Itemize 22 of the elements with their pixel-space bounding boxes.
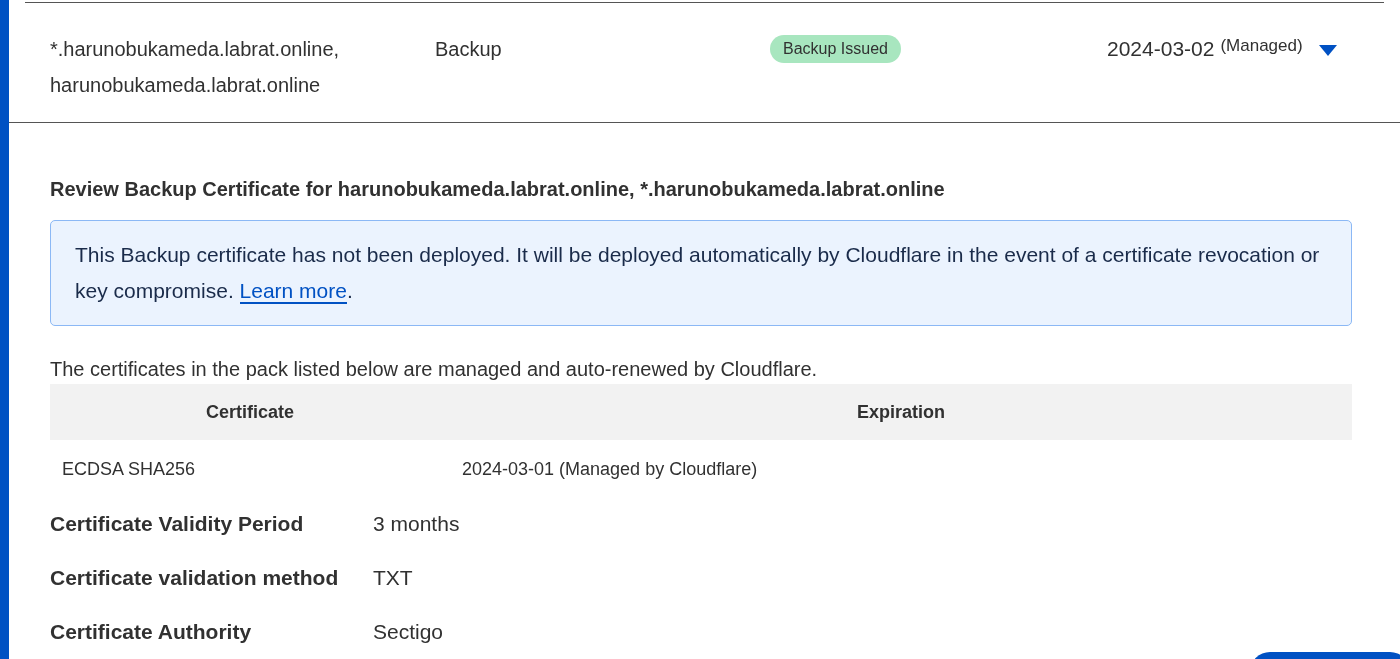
notice-text: This Backup certificate has not been deployed. It will be deployed automatically by Cloudflare in the event of a certificate revocation or key compromise. Learn more. [75, 243, 1320, 304]
hostname-text: harunobukameda.labrat.online [50, 73, 322, 98]
table-cell: 2024-03-01 (Managed by Cloudflare) [450, 440, 1352, 498]
status-badge: Backup Issued [770, 35, 901, 63]
table-cell: ECDSA SHA256 [50, 440, 450, 498]
certificate-row[interactable]: *.harunobukameda.labrat.online, harunobukameda.labrat.online Backup Backup Issued 2024-03-02 (Managed) [25, 2, 1384, 122]
type-text: Backup [435, 37, 503, 62]
panel-title: Review Backup Certificate for harunobukameda.labrat.online, *.harunobukameda.labrat.online [50, 177, 946, 202]
property-value: Sectigo [373, 619, 444, 645]
expiration-date: 2024-03-02 [1107, 36, 1215, 62]
property-label: Certificate validation method [50, 565, 340, 591]
column-header: Expiration [450, 384, 1352, 440]
property-label: Certificate Authority [50, 619, 253, 645]
managed-note: (Managed) [1220, 35, 1303, 57]
property-label: Certificate Validity Period [50, 511, 305, 537]
hostname-text: *.harunobukameda.labrat.online, [50, 37, 341, 62]
column-header: Certificate [50, 384, 450, 440]
intro-text: The certificates in the pack listed below are managed and auto-renewed by Cloudflare. [50, 357, 819, 382]
property-value: TXT [373, 565, 413, 591]
learn-more-link[interactable]: Learn more [239, 279, 347, 304]
property-value: 3 months [373, 511, 460, 537]
caret-icon[interactable] [1318, 45, 1337, 56]
